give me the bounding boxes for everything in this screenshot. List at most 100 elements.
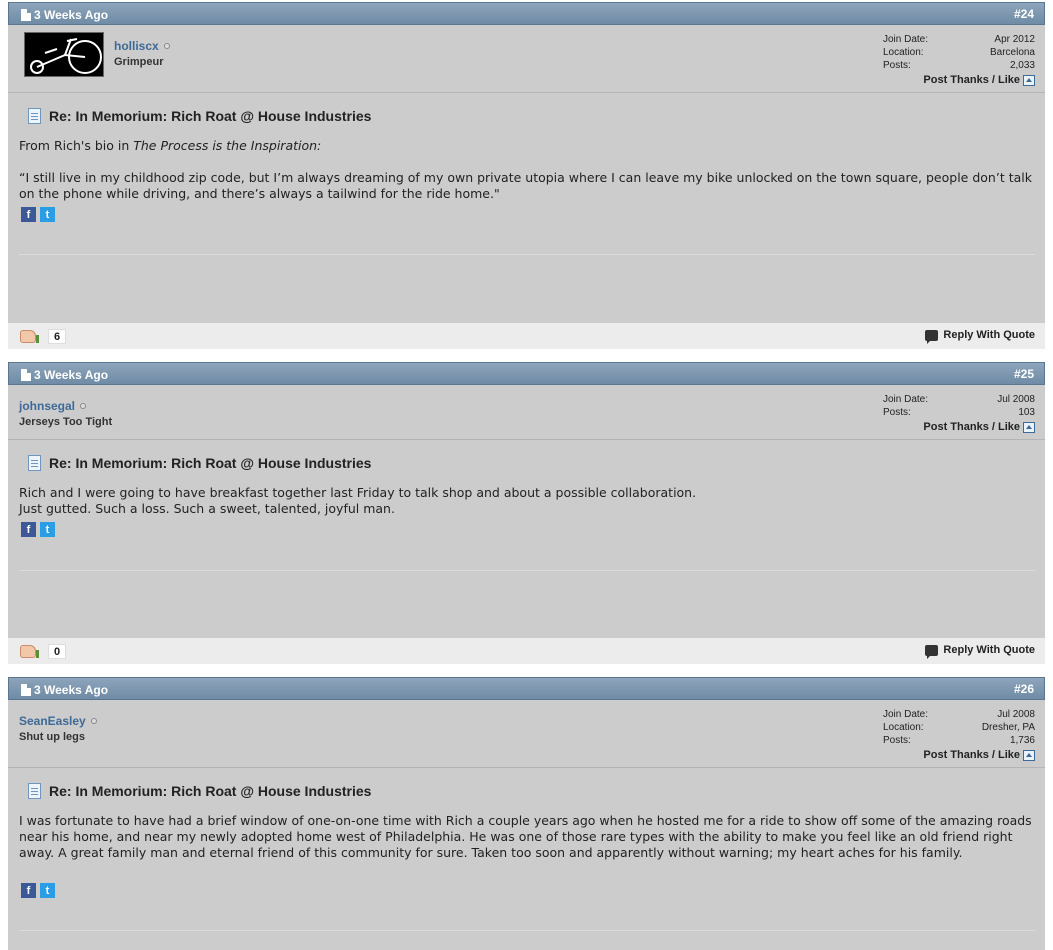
stat-value: Jul 2008 (997, 394, 1035, 405)
thumbs-up-icon[interactable] (20, 645, 39, 658)
user-info-bar: SeanEasley Shut up legs Join Date: Jul 20… (8, 700, 1045, 768)
user-stats: Join Date: Jul 2008 Posts: 103 Post Thanks… (883, 393, 1035, 433)
username-link[interactable]: johnsegal (19, 399, 75, 413)
scroll-up-icon[interactable] (1023, 749, 1035, 761)
post-title-text: Re: In Memorium: Rich Roat @ House Indus… (49, 108, 372, 124)
twitter-share-icon[interactable]: t (40, 207, 55, 222)
post-number-link[interactable]: #26 (1014, 682, 1034, 696)
stat-label: Posts: (883, 407, 911, 418)
post-header: 3 Weeks Ago #24 (8, 2, 1045, 25)
post-24: 3 Weeks Ago #24 holliscx Grimpeur Join D… (8, 2, 1045, 349)
username-row: johnsegal (19, 399, 112, 413)
post-number-link[interactable]: #25 (1014, 367, 1034, 381)
user-info-bar: johnsegal Jerseys Too Tight Join Date: Ju… (8, 385, 1045, 440)
post-title: Re: In Memorium: Rich Roat @ House Indus… (28, 455, 371, 471)
post-thanks-label[interactable]: Post Thanks / Like (923, 74, 1020, 86)
like-count: 6 (48, 329, 67, 344)
post-thanks-label[interactable]: Post Thanks / Like (923, 421, 1020, 433)
user-title: Shut up legs (19, 731, 85, 743)
message-line: Rich and I were going to have breakfast … (19, 485, 697, 500)
scroll-up-icon[interactable] (1023, 421, 1035, 433)
post-date-text: 3 Weeks Ago (34, 368, 109, 382)
stat-label: Join Date: (883, 709, 929, 720)
stat-label: Join Date: (883, 34, 929, 45)
post-number-link[interactable]: #24 (1014, 7, 1034, 21)
twitter-share-icon[interactable]: t (40, 522, 55, 537)
stat-value: 103 (1018, 407, 1035, 418)
reply-label: Reply With Quote (943, 329, 1035, 341)
post-title-text: Re: In Memorium: Rich Roat @ House Indus… (49, 455, 372, 471)
twitter-share-icon[interactable]: t (40, 883, 55, 898)
username-row: SeanEasley (19, 714, 97, 728)
post-thanks-like[interactable]: Post Thanks / Like (883, 421, 1035, 433)
stat-value: Jul 2008 (997, 709, 1035, 720)
user-stats: Join Date: Jul 2008 Location: Dresher, PA … (883, 708, 1035, 761)
stat-value: 1,736 (1009, 735, 1035, 746)
post-body: Re: In Memorium: Rich Roat @ House Indus… (8, 440, 1045, 638)
post-message: I was fortunate to have had a brief wind… (19, 813, 1035, 861)
post-26: 3 Weeks Ago #26 SeanEasley Shut up legs … (8, 677, 1045, 950)
tricycle-icon (30, 38, 102, 74)
stat-value: 2,033 (1009, 60, 1035, 71)
like-box: 6 (20, 329, 67, 344)
avatar[interactable] (24, 32, 104, 77)
stat-join-date: Join Date: Apr 2012 (883, 33, 1035, 46)
document-icon (21, 684, 31, 696)
like-box: 0 (20, 644, 67, 659)
username-link[interactable]: holliscx (114, 39, 159, 53)
facebook-share-icon[interactable]: f (21, 522, 36, 537)
username-row: holliscx (114, 39, 170, 53)
stat-posts: Posts: 2,033 (883, 59, 1035, 72)
post-body: Re: In Memorium: Rich Roat @ House Indus… (8, 768, 1045, 950)
post-title: Re: In Memorium: Rich Roat @ House Indus… (28, 108, 371, 124)
reply-with-quote-button[interactable]: Reply With Quote (925, 644, 1035, 659)
post-intro: From Rich's bio in The Process is the In… (19, 138, 1035, 154)
offline-status-icon (80, 403, 87, 409)
post-footer: 0 Reply With Quote (8, 638, 1045, 664)
stat-value: Apr 2012 (994, 34, 1035, 45)
scroll-up-icon[interactable] (1023, 74, 1035, 86)
post-25: 3 Weeks Ago #25 johnsegal Jerseys Too Ti… (8, 362, 1045, 664)
divider (19, 254, 1035, 255)
post-header: 3 Weeks Ago #26 (8, 677, 1045, 700)
post-page-icon (28, 108, 41, 124)
document-icon (21, 369, 31, 381)
user-name-block: SeanEasley Shut up legs (19, 714, 97, 743)
user-stats: Join Date: Apr 2012 Location: Barcelona Po… (883, 33, 1035, 86)
post-date: 3 Weeks Ago (21, 368, 108, 382)
stat-join-date: Join Date: Jul 2008 (883, 393, 1035, 406)
stat-posts: Posts: 1,736 (883, 734, 1035, 747)
user-info-bar: holliscx Grimpeur Join Date: Apr 2012 Loc… (8, 25, 1045, 93)
post-thanks-like[interactable]: Post Thanks / Like (883, 74, 1035, 86)
reply-with-quote-button[interactable]: Reply With Quote (925, 329, 1035, 344)
post-page-icon (28, 455, 41, 471)
intro-text: From Rich's bio in (19, 138, 134, 153)
message-line: Just gutted. Such a loss. Such a sweet, … (19, 501, 395, 516)
post-thanks-like[interactable]: Post Thanks / Like (883, 749, 1035, 761)
share-buttons: f t (21, 207, 55, 222)
stat-label: Join Date: (883, 394, 929, 405)
facebook-share-icon[interactable]: f (21, 883, 36, 898)
stat-label: Location: (883, 722, 924, 733)
post-date-text: 3 Weeks Ago (34, 8, 109, 22)
stat-label: Posts: (883, 735, 911, 746)
post-footer: 6 Reply With Quote (8, 323, 1045, 349)
user-title: Jerseys Too Tight (19, 416, 113, 428)
post-date: 3 Weeks Ago (21, 8, 108, 22)
post-thanks-label[interactable]: Post Thanks / Like (923, 749, 1020, 761)
stat-posts: Posts: 103 (883, 406, 1035, 419)
thumbs-up-icon[interactable] (20, 330, 39, 343)
share-buttons: f t (21, 883, 55, 898)
offline-status-icon (90, 718, 97, 724)
quote-icon (925, 644, 939, 659)
quote-icon (925, 329, 939, 344)
username-link[interactable]: SeanEasley (19, 714, 86, 728)
post-date: 3 Weeks Ago (21, 683, 108, 697)
post-date-text: 3 Weeks Ago (34, 683, 109, 697)
post-page-icon (28, 783, 41, 799)
post-title-text: Re: In Memorium: Rich Roat @ House Indus… (49, 783, 372, 799)
facebook-share-icon[interactable]: f (21, 207, 36, 222)
offline-status-icon (163, 43, 170, 49)
stat-value: Dresher, PA (981, 722, 1035, 733)
like-count: 0 (48, 644, 67, 659)
